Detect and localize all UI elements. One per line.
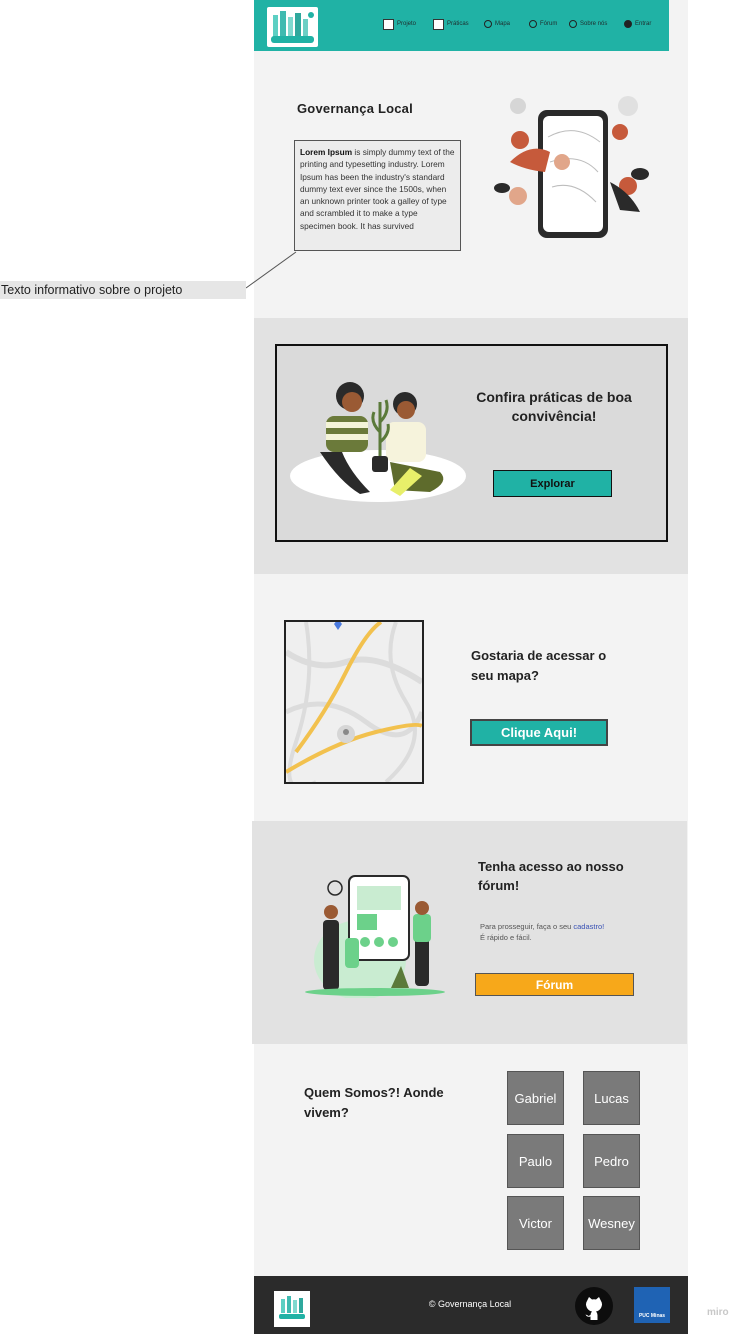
intro-title: Governança Local — [297, 101, 413, 116]
practices-icon — [433, 18, 444, 30]
annotation-connector — [245, 251, 297, 289]
site-logo[interactable] — [267, 7, 318, 47]
nav-forum[interactable]: Fórum — [529, 17, 557, 31]
practices-title: Confira práticas de boa convivência! — [476, 389, 632, 424]
annotation-label: Texto informativo sobre o projeto — [0, 281, 246, 299]
member-card-gabriel[interactable]: Gabriel — [507, 1071, 564, 1125]
project-icon — [383, 18, 394, 30]
map-thumbnail[interactable] — [284, 620, 424, 784]
footer-copyright: © Governança Local — [428, 1299, 512, 1309]
puc-minas-logo[interactable]: PUC Minas — [634, 1287, 670, 1323]
member-card-pedro[interactable]: Pedro — [583, 1134, 640, 1188]
nav-projeto[interactable]: Projeto — [383, 17, 416, 31]
intro-text-box: Lorem Ipsum is simply dummy text of the … — [294, 140, 461, 251]
github-icon[interactable] — [575, 1287, 613, 1325]
nav-mapa[interactable]: Mapa — [484, 17, 510, 31]
footer-logo[interactable] — [274, 1291, 310, 1327]
lorem-text: is simply dummy text of the printing and… — [300, 147, 455, 231]
miro-watermark: miro — [707, 1307, 729, 1318]
phone-network-illustration — [494, 96, 649, 238]
team-title: Quem Somos?! Aonde vivem? — [304, 1085, 444, 1120]
map-icon — [484, 20, 492, 28]
forum-button[interactable]: Fórum — [475, 973, 634, 996]
forum-icon — [529, 20, 537, 28]
nav-entrar[interactable]: Entrar — [624, 17, 651, 31]
lorem-bold: Lorem Ipsum — [300, 147, 353, 157]
member-card-lucas[interactable]: Lucas — [583, 1071, 640, 1125]
member-card-wesney[interactable]: Wesney — [583, 1196, 640, 1250]
explore-button[interactable]: Explorar — [493, 470, 612, 497]
map-title: Gostaria de acessar o seu mapa? — [471, 648, 607, 683]
user-icon — [624, 20, 632, 28]
member-card-victor[interactable]: Victor — [507, 1196, 564, 1250]
about-icon — [569, 20, 577, 28]
map-access-button[interactable]: Clique Aqui! — [470, 719, 608, 746]
signup-link[interactable]: cadastro! — [573, 922, 604, 931]
forum-title: Tenha acesso ao nosso fórum! — [478, 859, 624, 893]
forum-illustration — [305, 875, 445, 998]
member-card-paulo[interactable]: Paulo — [507, 1134, 564, 1188]
nav-sobre[interactable]: Sobre nós — [569, 17, 607, 31]
people-planting-illustration — [290, 382, 466, 502]
nav-praticas[interactable]: Práticas — [433, 17, 469, 31]
forum-signup-text: Para prosseguir, faça o seu cadastro! É … — [480, 922, 605, 942]
